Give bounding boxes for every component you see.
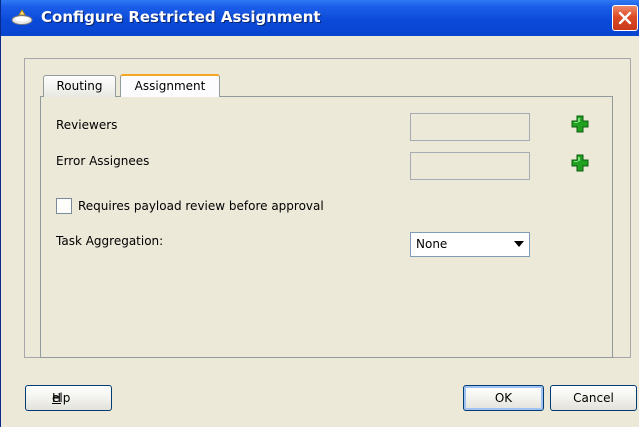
cancel-button[interactable]: Cancel — [550, 385, 637, 411]
window-title: Configure Restricted Assignment — [41, 8, 321, 26]
reviewers-field[interactable] — [410, 113, 530, 141]
error-assignees-field[interactable] — [410, 152, 530, 180]
error-assignees-label: Error Assignees — [56, 154, 150, 168]
tab-routing-label: Routing — [56, 79, 103, 93]
help-button[interactable]: Help — [25, 385, 112, 411]
ok-button[interactable]: OK — [463, 385, 544, 411]
dialog-window: Configure Restricted Assignment Routing … — [0, 0, 639, 427]
close-button[interactable] — [612, 5, 638, 31]
task-aggregation-label: Task Aggregation: — [56, 234, 164, 248]
tab-assignment[interactable]: Assignment — [120, 74, 220, 97]
task-aggregation-value: None — [416, 237, 448, 251]
tab-assignment-label: Assignment — [134, 79, 206, 93]
payload-review-label: Requires payload review before approval — [78, 199, 324, 213]
payload-review-checkbox[interactable] — [56, 198, 72, 214]
reviewers-label: Reviewers — [56, 118, 118, 132]
close-icon — [618, 11, 632, 25]
help-rest: elp — [52, 391, 71, 405]
app-icon — [11, 9, 33, 25]
add-error-assignee-icon[interactable] — [571, 154, 589, 172]
task-aggregation-select[interactable]: None — [410, 232, 530, 257]
dropdown-arrow-icon — [514, 241, 524, 247]
title-bar[interactable]: Configure Restricted Assignment — [1, 0, 639, 36]
add-reviewer-icon[interactable] — [571, 115, 589, 133]
tab-routing[interactable]: Routing — [43, 75, 116, 97]
